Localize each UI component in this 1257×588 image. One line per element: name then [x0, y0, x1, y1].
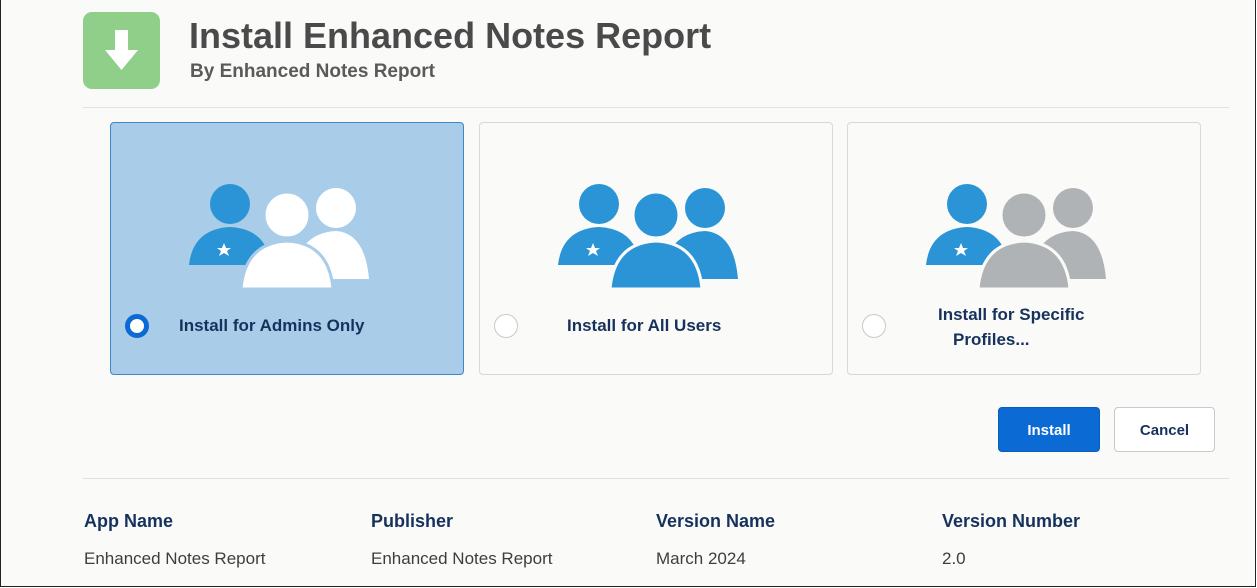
detail-version-number: Version Number 2.0 [942, 510, 1080, 570]
option-admins-only[interactable]: Install for Admins Only [110, 122, 464, 375]
detail-publisher: Publisher Enhanced Notes Report [371, 510, 552, 570]
detail-value: 2.0 [942, 549, 966, 568]
detail-heading: Version Name [656, 511, 776, 531]
detail-heading: Version Number [942, 511, 1081, 531]
option-label-specific-line1: Install for Specific [938, 305, 1085, 324]
detail-value: March 2024 [656, 549, 746, 568]
detail-value: Enhanced Notes Report [371, 549, 553, 568]
header-divider [83, 107, 1229, 108]
radio-specific-profiles[interactable] [862, 314, 886, 338]
install-button[interactable]: Install [998, 407, 1100, 452]
download-arrow-icon [83, 12, 160, 89]
option-label-specific-line2: Profiles... [953, 330, 1030, 349]
users-group-icon [558, 184, 738, 291]
option-label-all-users: Install for All Users [567, 316, 722, 335]
detail-version-name: Version Name March 2024 [656, 510, 775, 570]
radio-all-users[interactable] [494, 314, 518, 338]
option-specific-profiles[interactable]: Install for Specific Profiles... [847, 122, 1201, 375]
detail-heading: App Name [84, 511, 174, 531]
users-group-icon [189, 184, 369, 291]
page-subtitle: By Enhanced Notes Report [190, 61, 435, 82]
install-page: Install Enhanced Notes Report By Enhance… [0, 0, 1256, 587]
detail-app-name: App Name Enhanced Notes Report [84, 510, 265, 570]
radio-admins-only[interactable] [125, 314, 149, 338]
detail-value: Enhanced Notes Report [84, 549, 266, 568]
page-title: Install Enhanced Notes Report [189, 15, 712, 56]
details-divider [83, 478, 1229, 479]
detail-heading: Publisher [371, 511, 454, 531]
option-all-users[interactable]: Install for All Users [479, 122, 833, 375]
users-group-icon [926, 184, 1106, 291]
option-label-admins-only: Install for Admins Only [179, 316, 365, 335]
cancel-button[interactable]: Cancel [1114, 407, 1215, 452]
